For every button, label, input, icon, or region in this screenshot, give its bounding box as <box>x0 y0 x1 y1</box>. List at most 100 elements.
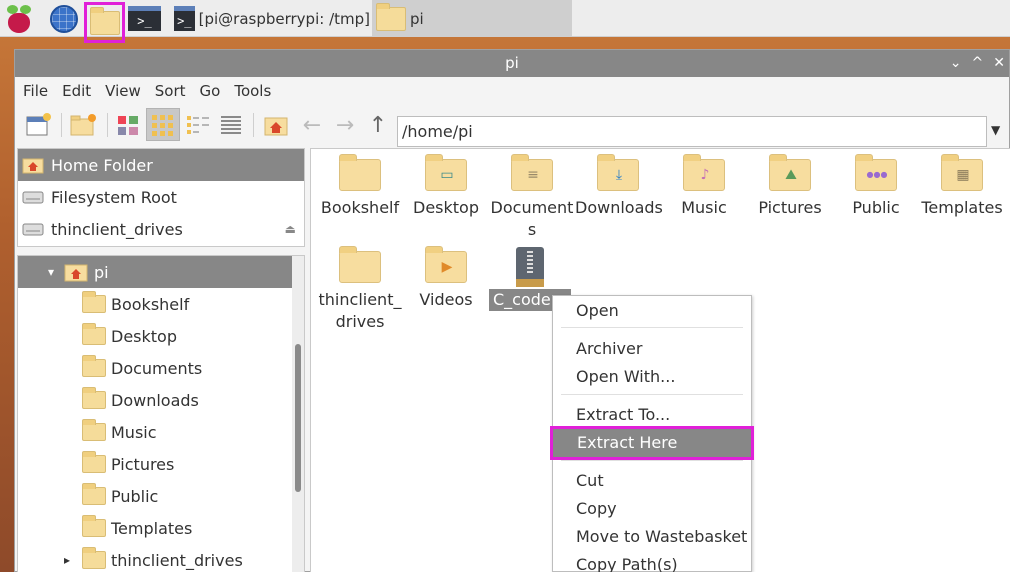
folder-icon <box>82 547 106 569</box>
task-label: pi <box>410 9 424 28</box>
tree-item-public[interactable]: Public <box>18 480 304 512</box>
menu-tools[interactable]: Tools <box>234 82 278 100</box>
detailed-list-view-button[interactable] <box>216 110 246 140</box>
globe-icon <box>50 4 78 33</box>
folder-icon <box>89 6 120 35</box>
templates-folder-icon <box>82 515 106 537</box>
music-folder-icon: ♪ <box>683 154 725 191</box>
tree-label: Pictures <box>111 454 175 474</box>
menu-sort[interactable]: Sort <box>155 82 193 100</box>
documents-folder-icon <box>82 355 106 377</box>
terminal-icon: >_ <box>128 6 161 31</box>
menu-item-archiver[interactable]: Archiver <box>553 335 751 363</box>
taskbar-task-terminal[interactable]: >_ [pi@raspberrypi: /tmp] <box>170 3 370 34</box>
file-name: Music <box>681 198 727 217</box>
back-icon[interactable]: ← <box>297 110 327 140</box>
maximize-icon[interactable]: ^ <box>972 50 984 77</box>
tree-item-templates[interactable]: Templates <box>18 512 304 544</box>
tree-item-desktop[interactable]: Desktop <box>18 320 304 352</box>
context-menu: Open Archiver Open With... Extract To...… <box>550 295 754 572</box>
tree-label: Bookshelf <box>111 294 190 314</box>
public-folder-icon <box>82 483 106 505</box>
tree-label: pi <box>94 262 109 282</box>
place-thinclient-drives[interactable]: thinclient_drives ⏏ <box>18 213 304 245</box>
home-button[interactable] <box>261 110 291 140</box>
toolbar: ← → ↑ /home/pi ▼ <box>15 105 1009 147</box>
terminal-launcher[interactable]: >_ <box>128 3 162 34</box>
icon-view-button[interactable] <box>113 110 143 140</box>
window-titlebar[interactable]: pi ⌄ ^ ✕ <box>15 50 1009 77</box>
tree-item-bookshelf[interactable]: Bookshelf <box>18 288 304 320</box>
downloads-folder-icon: ⤓ <box>597 154 639 191</box>
menu-item-extract-to[interactable]: Extract To... <box>553 401 751 429</box>
file-name: thinclient_ drives <box>318 290 402 331</box>
file-item-pictures[interactable]: ⛰ Pictures <box>747 154 833 219</box>
tree-item-downloads[interactable]: Downloads <box>18 384 304 416</box>
chevron-down-icon[interactable]: ▼ <box>991 123 1000 137</box>
menu-item-copy[interactable]: Copy <box>553 495 751 523</box>
path-input[interactable]: /home/pi <box>397 116 987 147</box>
menu-file[interactable]: File <box>23 82 55 100</box>
raspberry-pi-icon <box>6 4 32 33</box>
pictures-folder-icon <box>82 451 106 473</box>
drive-icon <box>22 191 44 204</box>
new-folder-icon <box>70 114 96 136</box>
file-item-thinclient-drives[interactable]: thinclient_ drives <box>317 246 403 333</box>
downloads-folder-icon <box>82 387 106 409</box>
file-item-desktop[interactable]: ▭ Desktop <box>403 154 489 219</box>
new-window-button[interactable] <box>23 110 53 140</box>
thumbnail-view-button[interactable] <box>146 108 180 141</box>
compact-view-icon <box>187 116 209 134</box>
menu-item-open-with[interactable]: Open With... <box>553 363 751 391</box>
taskbar: >_ >_ [pi@raspberrypi: /tmp] pi <box>0 0 1010 43</box>
tree-item-thinclient-drives[interactable]: ▸ thinclient_drives <box>18 544 304 572</box>
new-folder-button[interactable] <box>68 110 98 140</box>
tree-item-documents[interactable]: Documents <box>18 352 304 384</box>
menu-item-extract-here[interactable]: Extract Here <box>550 426 754 460</box>
file-item-videos[interactable]: ▶ Videos <box>403 246 489 311</box>
menu-item-open[interactable]: Open <box>553 297 751 325</box>
scrollbar-thumb[interactable] <box>295 344 301 492</box>
menu-item-move-to-wastebasket[interactable]: Move to Wastebasket <box>553 523 751 551</box>
web-browser-launcher[interactable] <box>50 3 82 34</box>
place-home-folder[interactable]: Home Folder <box>18 149 304 181</box>
expander-icon[interactable]: ▸ <box>64 553 82 567</box>
minimize-icon[interactable]: ⌄ <box>950 50 962 77</box>
file-manager-launcher[interactable] <box>84 2 125 43</box>
tree-label: Music <box>111 422 157 442</box>
tree-item-pi[interactable]: ▾ pi <box>18 256 304 288</box>
tree-label: Downloads <box>111 390 199 410</box>
tree-item-pictures[interactable]: Pictures <box>18 448 304 480</box>
tree-label: Desktop <box>111 326 177 346</box>
folder-icon <box>82 291 106 313</box>
taskbar-task-files[interactable]: pi <box>372 0 572 37</box>
file-item-public[interactable]: ●●● Public <box>833 154 919 219</box>
task-label: [pi@raspberrypi: /tmp] <box>198 9 370 28</box>
new-window-icon <box>26 113 51 136</box>
file-item-bookshelf[interactable]: Bookshelf <box>317 154 403 219</box>
forward-icon[interactable]: → <box>330 110 360 140</box>
up-icon[interactable]: ↑ <box>363 110 393 140</box>
close-icon[interactable]: ✕ <box>993 50 1005 77</box>
file-item-templates[interactable]: ▦ Templates <box>919 154 1005 219</box>
home-icon <box>22 158 44 174</box>
tree-scrollbar[interactable] <box>292 256 304 572</box>
place-filesystem-root[interactable]: Filesystem Root <box>18 181 304 213</box>
menu-go[interactable]: Go <box>200 82 228 100</box>
eject-icon[interactable]: ⏏ <box>285 222 296 236</box>
tree-label: thinclient_drives <box>111 550 243 570</box>
menu-edit[interactable]: Edit <box>62 82 98 100</box>
tree-item-music[interactable]: Music <box>18 416 304 448</box>
raspberry-menu-button[interactable] <box>6 3 38 34</box>
file-item-documents[interactable]: ≡ Document s <box>489 154 575 241</box>
folder-icon <box>376 2 406 31</box>
menu-item-cut[interactable]: Cut <box>553 467 751 495</box>
music-folder-icon <box>82 419 106 441</box>
expander-icon[interactable]: ▾ <box>48 265 64 279</box>
menu-item-copy-paths[interactable]: Copy Path(s) <box>553 551 751 572</box>
menu-view[interactable]: View <box>105 82 148 100</box>
file-item-downloads[interactable]: ⤓ Downloads <box>575 154 663 219</box>
file-item-music[interactable]: ♪ Music <box>661 154 747 219</box>
file-manager-window: pi ⌄ ^ ✕ File Edit View Sort Go Tools ← … <box>14 49 1010 572</box>
compact-view-button[interactable] <box>183 110 213 140</box>
